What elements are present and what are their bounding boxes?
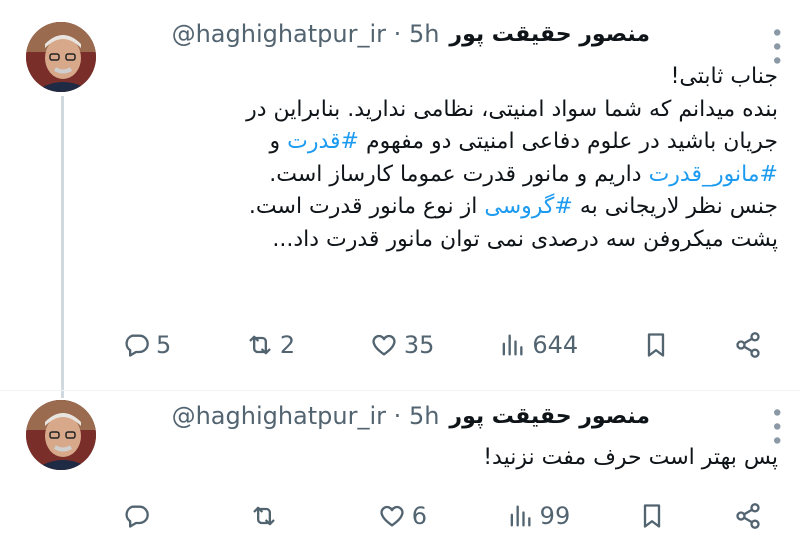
reply-count: 5 — [156, 331, 172, 359]
views-icon — [510, 505, 531, 527]
share-icon — [736, 332, 760, 358]
heart-icon — [380, 505, 404, 527]
text-span: داریم و مانور قدرت عموما کارساز است. — [269, 161, 649, 187]
views-button[interactable]: 644 — [498, 331, 578, 359]
bookmark-button[interactable] — [642, 331, 670, 359]
separator-dot: · — [393, 20, 409, 48]
author-handle[interactable]: @haghighatpur_ir — [172, 20, 386, 48]
views-count: 99 — [539, 502, 571, 530]
text-line: #مانور_قدرت داریم و مانور قدرت عموما کار… — [138, 159, 778, 192]
text-span: جریان باشید در علوم دفاعی امنیتی دو مفهو… — [358, 129, 778, 154]
thread-line — [61, 96, 64, 398]
retweet-icon — [253, 506, 275, 526]
bookmark-icon — [647, 333, 665, 357]
tweet-text: جناب ثابتی! بنده میدانم که شما سواد امنی… — [138, 61, 778, 256]
hashtag-link[interactable]: #گروسی — [484, 194, 572, 219]
heart-icon — [372, 334, 396, 356]
handle-and-time: @haghighatpur_ir · 5h — [172, 20, 440, 48]
retweet-icon — [249, 335, 271, 355]
text-line: بنده میدانم که شما سواد امنیتی، نظامی ند… — [138, 94, 778, 127]
tweet-text: پس بهتر است حرف مفت نزنید! — [138, 442, 778, 475]
like-count: 6 — [411, 502, 428, 530]
post-time[interactable]: 5h — [409, 402, 439, 430]
avatar[interactable] — [26, 400, 96, 470]
text-span: و — [269, 129, 288, 154]
share-button[interactable] — [734, 502, 762, 530]
text-span: پشت میکروفن سه درصدی نمی توان مانور قدرت… — [272, 226, 778, 252]
separator-dot: · — [393, 402, 409, 430]
retweet-count: 2 — [279, 331, 296, 359]
like-button[interactable]: 6 — [378, 502, 438, 530]
text-line: جنس نظر لاریجانی به #گروسی از نوع مانور … — [138, 191, 778, 224]
reply-icon — [125, 334, 149, 357]
handle-and-time: @haghighatpur_ir · 5h — [172, 402, 440, 430]
tweet-actions: 5 2 35 644 — [122, 327, 762, 363]
author-handle[interactable]: @haghighatpur_ir — [172, 402, 386, 430]
avatar-image — [26, 22, 96, 92]
bookmark-icon — [643, 504, 661, 528]
share-button[interactable] — [734, 331, 762, 359]
reply-button[interactable]: 5 — [122, 331, 182, 359]
text-span: بنده میدانم که شما سواد امنیتی، نظامی ند… — [246, 96, 778, 122]
text-line: پشت میکروفن سه درصدی نمی توان مانور قدرت… — [138, 224, 778, 257]
tweet-divider — [0, 390, 800, 391]
hashtag-link[interactable]: #مانور_قدرت — [649, 162, 778, 187]
bookmark-button[interactable] — [638, 502, 666, 530]
text-span: جناب ثابتی! — [670, 64, 778, 89]
share-icon — [736, 503, 760, 529]
author-name[interactable]: منصور حقیقت پور — [449, 22, 650, 47]
views-button[interactable]: 99 — [506, 502, 571, 530]
like-count: 35 — [403, 331, 435, 359]
avatar[interactable] — [26, 22, 96, 92]
avatar-image — [26, 400, 96, 470]
reply-icon — [125, 505, 149, 528]
views-count: 644 — [532, 331, 579, 359]
text-line: جریان باشید در علوم دفاعی امنیتی دو مفهو… — [138, 126, 779, 159]
post-time[interactable]: 5h — [409, 20, 439, 48]
reply-button[interactable] — [122, 502, 182, 530]
text-span: جنس نظر لاریجانی به — [572, 194, 778, 219]
text-line: جناب ثابتی! — [138, 61, 778, 94]
tweet-header: منصور حقیقت پور @haghighatpur_ir · 5h — [172, 396, 650, 436]
retweet-button[interactable]: 2 — [246, 331, 306, 359]
views-icon — [502, 334, 523, 356]
text-line: پس بهتر است حرف مفت نزنید! — [138, 442, 778, 475]
like-button[interactable]: 35 — [370, 331, 435, 359]
hashtag-link[interactable]: #قدرت — [287, 129, 359, 154]
tweet-header: منصور حقیقت پور @haghighatpur_ir · 5h — [172, 14, 650, 54]
author-name[interactable]: منصور حقیقت پور — [449, 404, 650, 429]
tweet-actions: 6 99 — [122, 498, 762, 534]
text-span: از نوع مانور قدرت است. — [248, 194, 485, 219]
text-span: پس بهتر است حرف مفت نزنید! — [483, 445, 778, 470]
retweet-button[interactable] — [250, 502, 310, 530]
